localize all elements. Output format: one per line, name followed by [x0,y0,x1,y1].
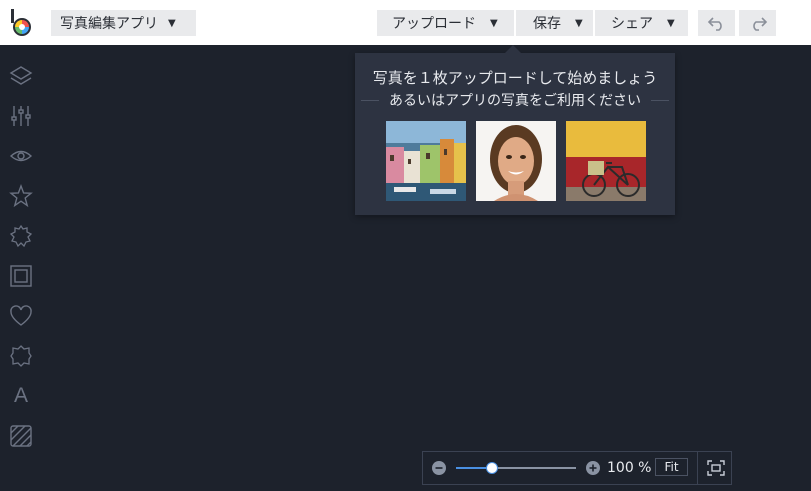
zoom-slider[interactable] [456,462,576,474]
shapes-tool[interactable] [9,344,33,368]
shape-icon [10,345,32,367]
save-dropdown[interactable]: 保存 ▼ [516,10,593,36]
share-label: シェア [611,16,653,32]
text-icon: A [13,384,28,407]
chevron-down-icon: ▼ [667,17,675,29]
zoom-in-icon[interactable] [586,461,600,475]
layers-icon [9,66,33,85]
sample-photo-bicycle[interactable] [566,121,646,201]
undo-icon [707,17,722,31]
tool-sidebar: A [0,45,43,491]
layers-tool[interactable] [9,64,33,88]
welcome-popup: 写真を１枚アップロードして始めましょう あるいはアプリの写真をご利用ください [355,45,675,215]
frames-tool[interactable] [9,264,33,288]
zoom-value: 100 % [607,460,652,476]
top-bar: 写真編集アプリ ▼ アップロード ▼ 保存 ▼ シェア ▼ [0,0,811,45]
view-tool[interactable] [9,144,33,168]
app-logo-icon[interactable] [9,8,35,38]
badge-icon [9,224,33,248]
text-tool[interactable]: A [9,384,33,408]
popup-title: 写真を１枚アップロードして始めましょう [372,69,658,87]
frame-icon [10,265,32,287]
texture-icon [10,425,32,447]
redo-icon [752,17,767,31]
fullscreen-icon[interactable] [707,460,725,476]
chevron-down-icon: ▼ [490,17,498,29]
eye-icon [9,150,33,162]
fit-button[interactable]: Fit [655,458,688,476]
sample-photo-portrait[interactable] [476,121,556,201]
heart-icon [10,305,32,326]
star-icon [9,184,33,208]
chevron-down-icon: ▼ [575,17,583,29]
share-dropdown[interactable]: シェア ▼ [595,10,688,36]
adjust-tool[interactable] [9,104,33,128]
app-menu-dropdown[interactable]: 写真編集アプリ ▼ [51,10,196,36]
zoom-bar: 100 % Fit [422,451,732,485]
effects-tool[interactable] [9,184,33,208]
texture-tool[interactable] [9,424,33,448]
divider [697,452,698,484]
redo-button[interactable] [739,10,776,36]
undo-button[interactable] [698,10,735,36]
adjust-sliders-icon [11,106,31,126]
stickers-tool[interactable] [9,224,33,248]
app-menu-label: 写真編集アプリ [60,16,158,32]
save-label: 保存 [533,16,561,32]
chevron-down-icon: ▼ [168,17,176,29]
upload-dropdown[interactable]: アップロード ▼ [377,10,514,36]
zoom-out-icon[interactable] [432,461,446,475]
zoom-slider-knob[interactable] [486,462,498,474]
favorites-tool[interactable] [9,304,33,328]
upload-label: アップロード [392,16,476,32]
popup-subtitle: あるいはアプリの写真をご利用ください [389,93,641,109]
sample-photo-houses[interactable] [386,121,466,201]
